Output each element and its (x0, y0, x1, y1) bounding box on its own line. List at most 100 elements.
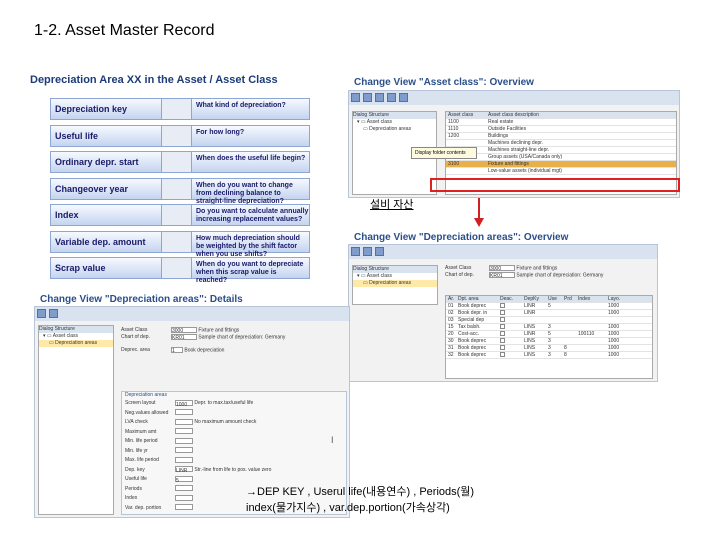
table-cell: 20 (448, 331, 454, 337)
detail-input[interactable] (175, 409, 193, 416)
checkbox[interactable] (500, 345, 505, 351)
column-header[interactable]: Dpt. area (456, 296, 498, 302)
toolbar-button-icon[interactable] (351, 247, 360, 256)
checkbox[interactable] (500, 338, 505, 344)
asset-class-input[interactable]: 3000 (489, 265, 515, 272)
table-cell: 8 (564, 345, 567, 351)
column-header[interactable]: Prd (562, 296, 576, 302)
table-cell: 1000 (608, 324, 620, 330)
table-cell: Book deprec (458, 303, 487, 309)
column-header[interactable]: Asset class (446, 112, 486, 118)
detail-input[interactable] (175, 456, 193, 463)
table-row[interactable]: 02 Book depr. in LINR 1000 (446, 310, 652, 317)
toolbar-button-icon[interactable] (363, 247, 372, 256)
detail-input[interactable]: LINR (175, 466, 193, 474)
table-row[interactable]: 2200Group assets (USA/Canada only) (446, 154, 676, 161)
column-header[interactable]: Use (546, 296, 562, 302)
table-cell: 1000 (608, 352, 620, 358)
table-cell: Tax balsh. (458, 324, 481, 330)
footnote-line-2: index(물가지수) , var.dep.portion(가속상각) (246, 502, 450, 514)
tree-item[interactable]: ▭ Depreciation areas (39, 340, 113, 347)
toolbar-button-icon[interactable] (49, 309, 58, 318)
tree-item[interactable]: ▾ ▭ Asset class (353, 273, 437, 280)
table-cell: LINS (524, 345, 536, 351)
column-header[interactable]: DepKy (522, 296, 546, 302)
table-row[interactable]: 3100 Fixture and fittings (446, 161, 676, 168)
checkbox[interactable] (500, 324, 505, 330)
table-row[interactable]: 1110 Outside Facilities (446, 126, 676, 133)
table-row[interactable]: 31 Book deprec LINS 3 8 1000 (446, 345, 652, 352)
table-cell (576, 324, 606, 330)
table-row[interactable]: 30 Book deprec LINS 3 1000 (446, 338, 652, 345)
table-cell (562, 338, 576, 344)
column-header[interactable]: Asset class description (486, 112, 676, 118)
detail-desc: Depr. to max.tax/useful life (194, 400, 254, 406)
table-cell: LINS (524, 324, 536, 330)
detail-label: LVA check (125, 419, 148, 425)
checkbox[interactable] (500, 310, 505, 316)
table-row[interactable]: 1200 Buildings (446, 133, 676, 140)
tooltip-popup: Display folder contents (411, 147, 477, 159)
tree-item[interactable]: ▭ Depreciation areas (353, 280, 437, 287)
tree-item[interactable]: ▾ ▭ Asset class (353, 119, 436, 126)
detail-row: LVA check No maximum amount check (125, 418, 346, 428)
toolbar-button-icon[interactable] (375, 247, 384, 256)
table-row[interactable]: 03 Special dep (446, 317, 652, 324)
deprec-area-input[interactable]: 1 (171, 347, 183, 354)
field-row: Chart of dep. KR01 Sample chart of deprec… (445, 272, 604, 279)
table-cell: 3 (548, 345, 551, 351)
dep-areas-table: Ar. Dpt. area Deac. DepKy Use Prd Index Layo. 01… (445, 295, 653, 379)
field-row: Chart of dep. KR01 Sample chart of deprec… (121, 334, 286, 341)
tree-item[interactable]: ▾ ▭ Asset class (39, 333, 113, 340)
table-cell (546, 310, 562, 316)
asset-class-input[interactable]: 3000 (171, 327, 197, 334)
detail-input[interactable] (175, 428, 193, 435)
row-key-label: Useful life (50, 124, 162, 147)
column-header[interactable]: Index (576, 296, 606, 302)
toolbar-button-icon[interactable] (375, 93, 384, 102)
asset-class-overview-title: Change View "Asset class": Overview (354, 77, 534, 88)
tree-header: Dialog Structure (353, 112, 436, 119)
toolbar-button-icon[interactable] (351, 93, 360, 102)
column-header[interactable]: Layo. (606, 296, 632, 302)
checkbox[interactable] (500, 331, 505, 337)
detail-label: Index (125, 495, 138, 501)
column-header[interactable]: Deac. (498, 296, 522, 302)
checkbox[interactable] (500, 317, 505, 323)
table-cell: LINR (524, 310, 536, 316)
checkbox[interactable] (500, 352, 505, 358)
table-cell: 1000 (608, 310, 620, 316)
table-cell (562, 317, 576, 323)
dep-areas-overview-title: Change View "Depreciation areas": Overvi… (354, 232, 569, 243)
detail-input[interactable] (175, 494, 193, 501)
table-cell (576, 352, 606, 358)
toolbar-button-icon[interactable] (37, 309, 46, 318)
table-row[interactable]: 32 Book deprec LINS 3 8 1000 (446, 352, 652, 359)
table-cell (576, 303, 606, 309)
toolbar-button-icon[interactable] (363, 93, 372, 102)
table-cell: LINR (524, 331, 536, 337)
table-row[interactable]: 1100 Real estate (446, 119, 676, 126)
chart-of-dep-input[interactable]: KR01 (489, 272, 515, 279)
table-row[interactable]: 01 Book deprec LINR 5 1000 (446, 303, 652, 310)
row-question: When does the useful life begin? (192, 151, 310, 173)
tree-item[interactable]: ▭ Depreciation areas (353, 126, 436, 133)
checkbox[interactable] (500, 303, 505, 309)
column-header[interactable]: Ar. (446, 296, 456, 302)
detail-input[interactable] (175, 418, 193, 425)
detail-input[interactable]: 1000 (175, 399, 193, 408)
detail-input[interactable] (175, 504, 193, 511)
toolbar-button-icon[interactable] (387, 93, 396, 102)
table-cell (562, 303, 576, 309)
table-row[interactable]: 15 Tax balsh. LINS 3 1000 (446, 324, 652, 331)
chart-of-dep-input[interactable]: KR01 (171, 334, 197, 341)
table-row[interactable]: Machines straight-line depr. (446, 147, 676, 154)
detail-input[interactable] (175, 447, 193, 454)
detail-input[interactable]: 5 (175, 475, 193, 484)
table-row[interactable]: Low-value assets (individual mgt) (446, 168, 676, 175)
toolbar-button-icon[interactable] (399, 93, 408, 102)
detail-input[interactable] (175, 437, 193, 444)
table-row[interactable]: Machines declining depr. (446, 140, 676, 147)
table-row[interactable]: 20 Cost-acc. LINR 5 100110 1000 (446, 331, 652, 338)
detail-input[interactable] (175, 485, 193, 492)
